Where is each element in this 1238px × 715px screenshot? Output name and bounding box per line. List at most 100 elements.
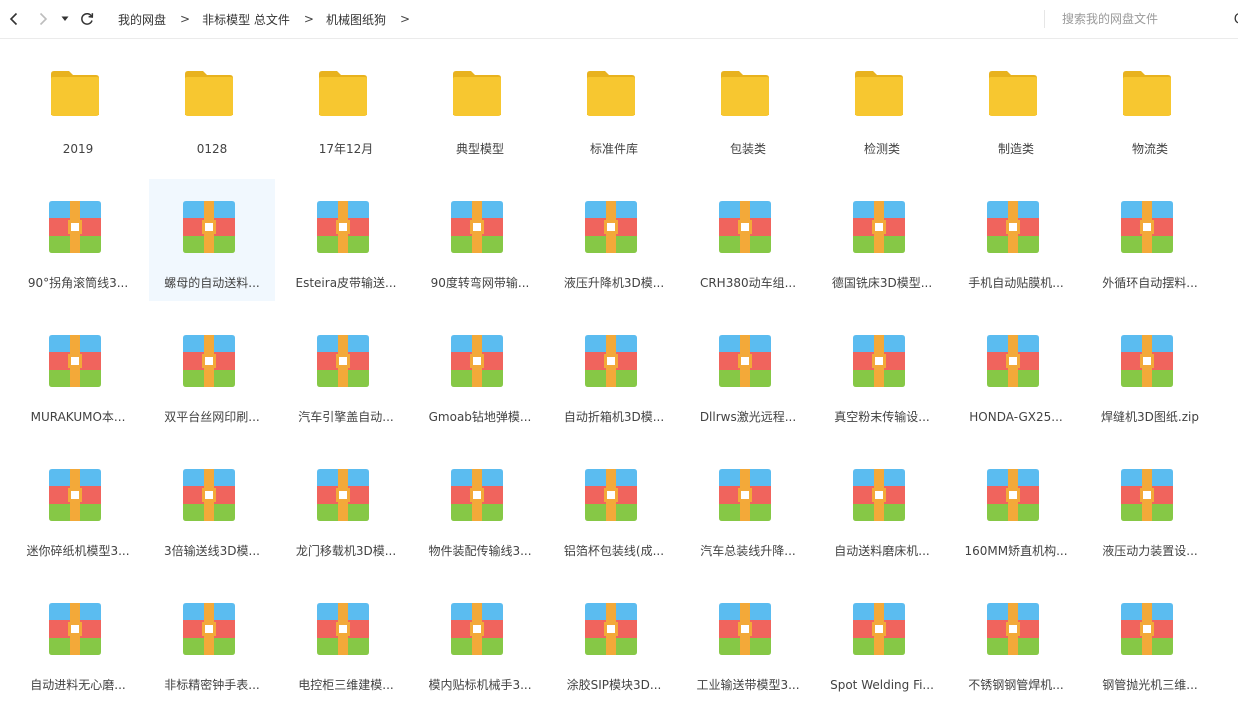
file-item[interactable]: 160MM矫直机构... bbox=[945, 447, 1079, 581]
file-item[interactable]: 外循环自动摆料... bbox=[1079, 179, 1213, 313]
file-name-label: 0128 bbox=[196, 142, 228, 156]
forward-button[interactable] bbox=[34, 9, 52, 29]
refresh-button[interactable] bbox=[78, 9, 96, 29]
file-item[interactable]: 模内贴标机械手3... bbox=[409, 581, 543, 715]
breadcrumb-item-current-folder[interactable]: 机械图纸狗 bbox=[326, 11, 386, 28]
file-name-label: 物件装配传输线3... bbox=[428, 544, 532, 558]
zip-archive-icon bbox=[49, 603, 101, 655]
search-icon[interactable] bbox=[1229, 12, 1238, 26]
file-item[interactable]: CRH380动车组... bbox=[677, 179, 811, 313]
zip-archive-icon bbox=[183, 335, 235, 387]
file-item[interactable]: 非标精密钟手表... bbox=[141, 581, 275, 715]
folder-item[interactable]: 2019 bbox=[7, 45, 141, 179]
file-name-label: Spot Welding Fi... bbox=[830, 678, 934, 692]
file-name-label: 非标精密钟手表... bbox=[164, 678, 260, 692]
file-item[interactable]: 电控柜三维建模... bbox=[275, 581, 409, 715]
zip-archive-icon bbox=[853, 201, 905, 253]
folder-item[interactable]: 17年12月 bbox=[275, 45, 409, 179]
file-item[interactable]: 迷你碎纸机模型3... bbox=[7, 447, 141, 581]
folder-item[interactable]: 物流类 bbox=[1079, 45, 1213, 179]
file-item[interactable]: 自动送料磨床机... bbox=[811, 447, 945, 581]
file-name-label: 双平台丝网印刷... bbox=[164, 410, 260, 424]
folder-icon bbox=[453, 71, 501, 116]
file-item[interactable]: 汽车总装线升降... bbox=[677, 447, 811, 581]
file-item[interactable]: 90度转弯网带输... bbox=[409, 179, 543, 313]
zip-archive-icon bbox=[451, 335, 503, 387]
file-item[interactable]: 螺母的自动送料... bbox=[141, 179, 275, 313]
zip-archive-icon bbox=[451, 201, 503, 253]
zip-archive-icon bbox=[853, 335, 905, 387]
zip-archive-icon bbox=[1121, 201, 1173, 253]
file-item[interactable]: 3倍输送线3D模... bbox=[141, 447, 275, 581]
zip-archive-icon bbox=[719, 335, 771, 387]
file-item[interactable]: 焊缝机3D图纸.zip bbox=[1079, 313, 1213, 447]
file-item[interactable]: 液压动力装置设... bbox=[1079, 447, 1213, 581]
file-name-label: 17年12月 bbox=[318, 142, 374, 156]
file-item[interactable]: Gmoab钻地弹模... bbox=[409, 313, 543, 447]
file-item[interactable]: 物件装配传输线3... bbox=[409, 447, 543, 581]
file-item[interactable]: 自动进料无心磨... bbox=[7, 581, 141, 715]
zip-archive-icon bbox=[49, 335, 101, 387]
file-item[interactable]: Esteira皮带输送... bbox=[275, 179, 409, 313]
file-item[interactable]: 不锈钢钢管焊机... bbox=[945, 581, 1079, 715]
breadcrumb-item-nonstandard-models[interactable]: 非标模型 总文件 bbox=[202, 11, 290, 28]
file-name-label: 工业输送带模型3... bbox=[696, 678, 800, 692]
folder-item[interactable]: 制造类 bbox=[945, 45, 1079, 179]
zip-archive-icon bbox=[317, 469, 369, 521]
file-item[interactable]: HONDA-GX25... bbox=[945, 313, 1079, 447]
zip-archive-icon bbox=[987, 469, 1039, 521]
toolbar-divider bbox=[1044, 10, 1045, 28]
breadcrumb-separator: > bbox=[180, 12, 191, 26]
file-name-label: 汽车引擎盖自动... bbox=[298, 410, 394, 424]
file-name-label: CRH380动车组... bbox=[699, 276, 797, 290]
file-item[interactable]: 真空粉末传输设... bbox=[811, 313, 945, 447]
zip-archive-icon bbox=[987, 603, 1039, 655]
file-item[interactable]: 双平台丝网印刷... bbox=[141, 313, 275, 447]
zip-archive-icon bbox=[987, 335, 1039, 387]
file-item[interactable]: MURAKUMO本... bbox=[7, 313, 141, 447]
file-item[interactable]: 德国铣床3D模型... bbox=[811, 179, 945, 313]
file-name-label: 模内贴标机械手3... bbox=[428, 678, 532, 692]
file-item[interactable]: 手机自动贴膜机... bbox=[945, 179, 1079, 313]
file-name-label: 自动送料磨床机... bbox=[834, 544, 930, 558]
file-name-label: 制造类 bbox=[997, 142, 1034, 156]
file-name-label: Gmoab钻地弹模... bbox=[428, 410, 532, 424]
file-item[interactable]: Spot Welding Fi... bbox=[811, 581, 945, 715]
file-name-label: 液压动力装置设... bbox=[1102, 544, 1198, 558]
file-item[interactable]: 液压升降机3D模... bbox=[543, 179, 677, 313]
file-item[interactable]: 钢管抛光机三维... bbox=[1079, 581, 1213, 715]
back-button[interactable] bbox=[5, 9, 23, 29]
search-input[interactable] bbox=[1062, 10, 1232, 28]
zip-archive-icon bbox=[317, 603, 369, 655]
zip-archive-icon bbox=[987, 201, 1039, 253]
file-item[interactable]: 汽车引擎盖自动... bbox=[275, 313, 409, 447]
file-item[interactable]: 工业输送带模型3... bbox=[677, 581, 811, 715]
folder-item[interactable]: 标准件库 bbox=[543, 45, 677, 179]
zip-archive-icon bbox=[1121, 469, 1173, 521]
zip-archive-icon bbox=[317, 335, 369, 387]
breadcrumb-separator: > bbox=[399, 12, 411, 26]
folder-item[interactable]: 0128 bbox=[141, 45, 275, 179]
file-item[interactable]: 自动折箱机3D模... bbox=[543, 313, 677, 447]
history-dropdown-button[interactable] bbox=[58, 9, 72, 29]
zip-archive-icon bbox=[183, 603, 235, 655]
file-item[interactable]: Dllrws激光远程... bbox=[677, 313, 811, 447]
zip-archive-icon bbox=[317, 201, 369, 253]
file-name-label: 90度转弯网带输... bbox=[430, 276, 530, 290]
file-item[interactable]: 铝箔杯包装线(成... bbox=[543, 447, 677, 581]
file-item[interactable]: 涂胶SIP模块3D... bbox=[543, 581, 677, 715]
file-item[interactable]: 龙门移载机3D模... bbox=[275, 447, 409, 581]
zip-archive-icon bbox=[183, 201, 235, 253]
breadcrumb: 我的网盘 > 非标模型 总文件 > 机械图纸狗 > bbox=[118, 0, 422, 38]
folder-item[interactable]: 检测类 bbox=[811, 45, 945, 179]
file-name-label: 螺母的自动送料... bbox=[164, 276, 260, 290]
file-name-label: 2019 bbox=[62, 142, 94, 156]
zip-archive-icon bbox=[49, 201, 101, 253]
folder-icon bbox=[855, 71, 903, 116]
file-name-label: MURAKUMO本... bbox=[30, 410, 126, 424]
folder-item[interactable]: 典型模型 bbox=[409, 45, 543, 179]
folder-icon bbox=[319, 71, 367, 116]
breadcrumb-item-my-drive[interactable]: 我的网盘 bbox=[118, 11, 166, 28]
folder-item[interactable]: 包装类 bbox=[677, 45, 811, 179]
file-item[interactable]: 90°拐角滚筒线3... bbox=[7, 179, 141, 313]
